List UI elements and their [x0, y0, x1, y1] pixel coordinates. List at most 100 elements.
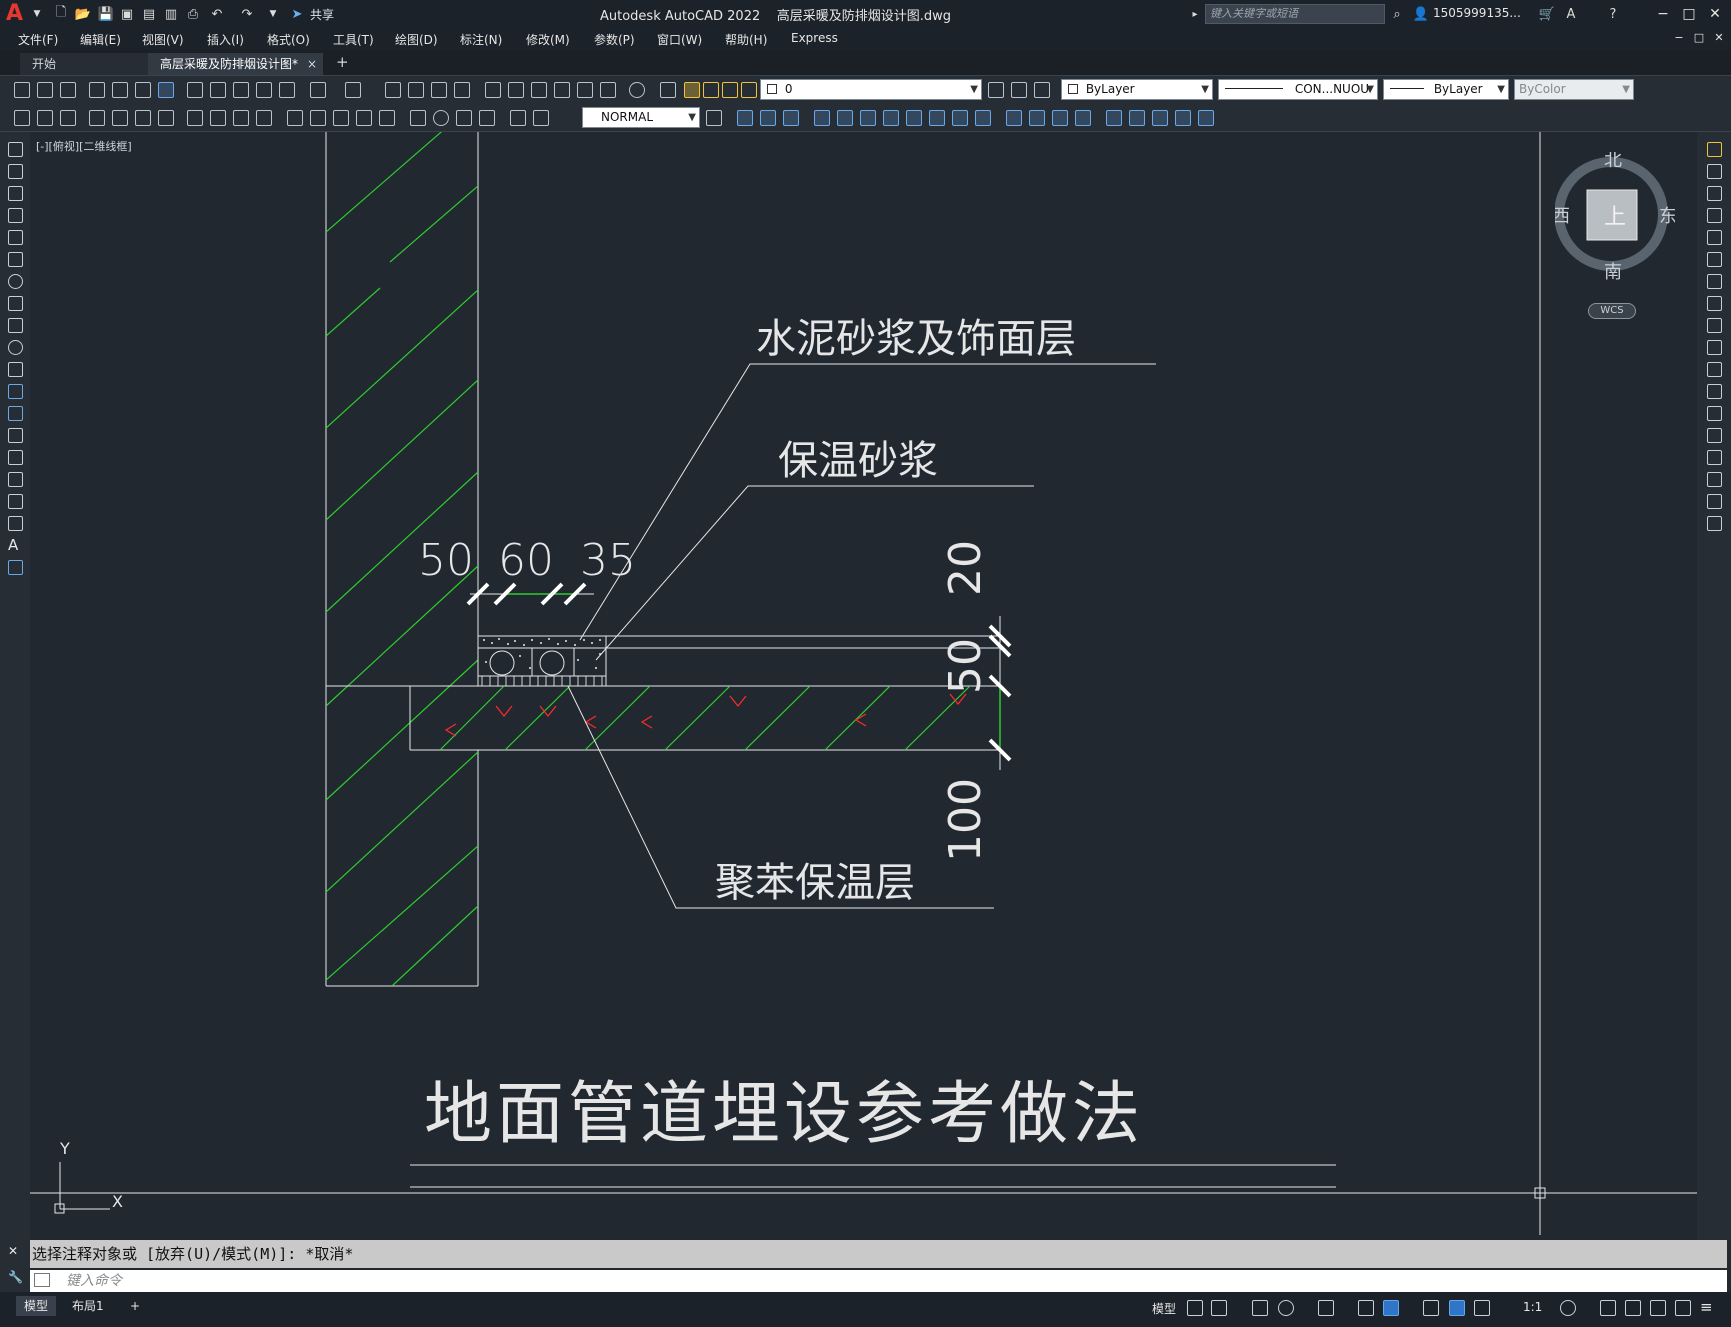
- doc-minimize-button[interactable]: −: [1668, 28, 1690, 48]
- tab-drawing[interactable]: 高层采暖及防排烟设计图* ×: [148, 53, 323, 75]
- pan-icon[interactable]: [385, 82, 401, 98]
- blend-icon[interactable]: [1175, 110, 1191, 126]
- copy-tool-icon[interactable]: [1707, 164, 1722, 179]
- polygon-icon[interactable]: [8, 208, 23, 223]
- center-mark-icon[interactable]: [433, 110, 449, 126]
- array-tool-icon[interactable]: [1707, 230, 1722, 245]
- new-file-icon[interactable]: 🗋: [52, 5, 70, 23]
- tab-model[interactable]: 模型: [16, 1296, 57, 1316]
- publish-icon[interactable]: ▤: [140, 5, 158, 23]
- dim-arc-icon[interactable]: [135, 110, 151, 126]
- quick-dim-icon[interactable]: [287, 110, 303, 126]
- dim-jogged-icon[interactable]: [210, 110, 226, 126]
- dim-break-icon[interactable]: [379, 110, 395, 126]
- menu-edit[interactable]: 编辑(E): [80, 31, 121, 48]
- dim-linear-icon[interactable]: [89, 110, 105, 126]
- align-icon[interactable]: [1198, 110, 1214, 126]
- share-label[interactable]: 共享: [310, 6, 334, 23]
- fillet-tool-icon[interactable]: [1707, 472, 1722, 487]
- blend-curves-icon[interactable]: [1707, 494, 1722, 509]
- dim-ordinate-icon[interactable]: [158, 110, 174, 126]
- erase-tool-icon[interactable]: [1707, 142, 1722, 157]
- command-input[interactable]: 键入命令: [30, 1270, 1727, 1292]
- make-layer-current-icon[interactable]: [988, 82, 1004, 98]
- undo-icon[interactable]: ↶: [208, 5, 226, 23]
- plotstyle-dropdown[interactable]: ByColor ▼: [1514, 79, 1634, 100]
- zoom-previous-icon[interactable]: [454, 82, 470, 98]
- search-icon[interactable]: ⌕: [1388, 5, 1406, 23]
- menu-parametric[interactable]: 参数(P): [594, 31, 635, 48]
- extend-icon[interactable]: [975, 110, 991, 126]
- print-icon[interactable]: ⎙: [184, 5, 202, 23]
- match-prop-icon[interactable]: [256, 82, 272, 98]
- units-icon[interactable]: [1625, 1300, 1641, 1316]
- menu-format[interactable]: 格式(O): [267, 31, 310, 48]
- construction-line-icon[interactable]: [8, 164, 23, 179]
- ellipse-arc-icon[interactable]: [8, 362, 23, 377]
- layer-vp-freeze-icon[interactable]: [722, 82, 738, 98]
- close-button[interactable]: ✕: [1704, 4, 1726, 24]
- make-block-icon[interactable]: [8, 406, 23, 421]
- dim-aligned-icon[interactable]: [112, 110, 128, 126]
- insert-block-icon[interactable]: [8, 384, 23, 399]
- zoom-window-icon[interactable]: [431, 82, 447, 98]
- menu-tools[interactable]: 工具(T): [333, 31, 374, 48]
- rectangle-icon[interactable]: [8, 230, 23, 245]
- design-center-icon[interactable]: [508, 82, 524, 98]
- maximize-button[interactable]: □: [1678, 4, 1700, 24]
- layer-unlock-icon[interactable]: [741, 82, 757, 98]
- menu-draw[interactable]: 绘图(D): [395, 31, 438, 48]
- drawing-canvas[interactable]: 50 60 35 20 50 100 水泥砂浆及饰面层 保温砂浆 聚苯保温层 地…: [30, 132, 1697, 1235]
- open-file-icon[interactable]: 📂: [74, 5, 92, 23]
- undo-tool-icon[interactable]: [310, 82, 326, 98]
- table-icon[interactable]: [8, 516, 23, 531]
- redo-icon[interactable]: ↷: [238, 5, 256, 23]
- menu-help[interactable]: 帮助(H): [725, 31, 767, 48]
- tab-start[interactable]: 开始: [20, 53, 148, 75]
- move-3d-icon[interactable]: [737, 110, 753, 126]
- isodraft-icon[interactable]: [1318, 1300, 1334, 1316]
- move-tool-icon[interactable]: [1707, 252, 1722, 267]
- dim-angular-icon[interactable]: [256, 110, 272, 126]
- erase-icon[interactable]: [1129, 110, 1145, 126]
- linetype-dropdown[interactable]: CON...NUOU ▼: [1218, 79, 1378, 100]
- snap-icon[interactable]: [1211, 1300, 1227, 1316]
- sheet-set-icon[interactable]: [554, 82, 570, 98]
- copy-3d-icon[interactable]: [760, 110, 776, 126]
- break-icon[interactable]: [1006, 110, 1022, 126]
- object-snap-icon[interactable]: [1383, 1300, 1399, 1316]
- explode-tool-icon[interactable]: [1707, 516, 1722, 531]
- command-prompt-icon[interactable]: [34, 1273, 50, 1287]
- 3d-print-icon[interactable]: [158, 82, 174, 98]
- customize-quick-access-icon[interactable]: ▼: [264, 5, 282, 23]
- hatch-icon[interactable]: [8, 450, 23, 465]
- menu-modify[interactable]: 修改(M): [526, 31, 570, 48]
- annotation-scale[interactable]: 1:1: [1523, 1300, 1542, 1314]
- compass-west[interactable]: 西: [1552, 206, 1570, 227]
- dim-space-icon[interactable]: [356, 110, 372, 126]
- tolerance-icon[interactable]: [410, 110, 426, 126]
- join-icon[interactable]: [1029, 110, 1045, 126]
- menu-express[interactable]: Express: [791, 31, 838, 45]
- autodesk-app-icon[interactable]: A: [1562, 5, 1580, 23]
- doc-restore-button[interactable]: □: [1688, 28, 1710, 48]
- dim-radius-icon[interactable]: [187, 110, 203, 126]
- layer-state-icon[interactable]: [1034, 82, 1050, 98]
- explode-icon[interactable]: [1106, 110, 1122, 126]
- doc-close-button[interactable]: ✕: [1708, 28, 1730, 48]
- save-as-icon[interactable]: ▣: [118, 5, 136, 23]
- layer-dropdown[interactable]: 0 ▼: [760, 79, 982, 100]
- search-input[interactable]: 键入关键字或短语: [1205, 4, 1385, 24]
- customization-menu-icon[interactable]: ≡: [1700, 1300, 1716, 1316]
- model-space-toggle[interactable]: 模型: [1152, 1300, 1176, 1317]
- minimize-button[interactable]: −: [1652, 4, 1674, 24]
- lineweight-toggle-icon[interactable]: [1423, 1300, 1439, 1316]
- app-logo-button[interactable]: A: [6, 2, 30, 26]
- lengthen-icon[interactable]: [1152, 110, 1168, 126]
- polar-icon[interactable]: [1278, 1300, 1294, 1316]
- circle-icon[interactable]: [8, 274, 23, 289]
- help-tool-icon[interactable]: [629, 82, 645, 98]
- fillet-icon[interactable]: [1075, 110, 1091, 126]
- open-web-icon[interactable]: ▥: [162, 5, 180, 23]
- multiline-text-icon[interactable]: A: [8, 538, 23, 553]
